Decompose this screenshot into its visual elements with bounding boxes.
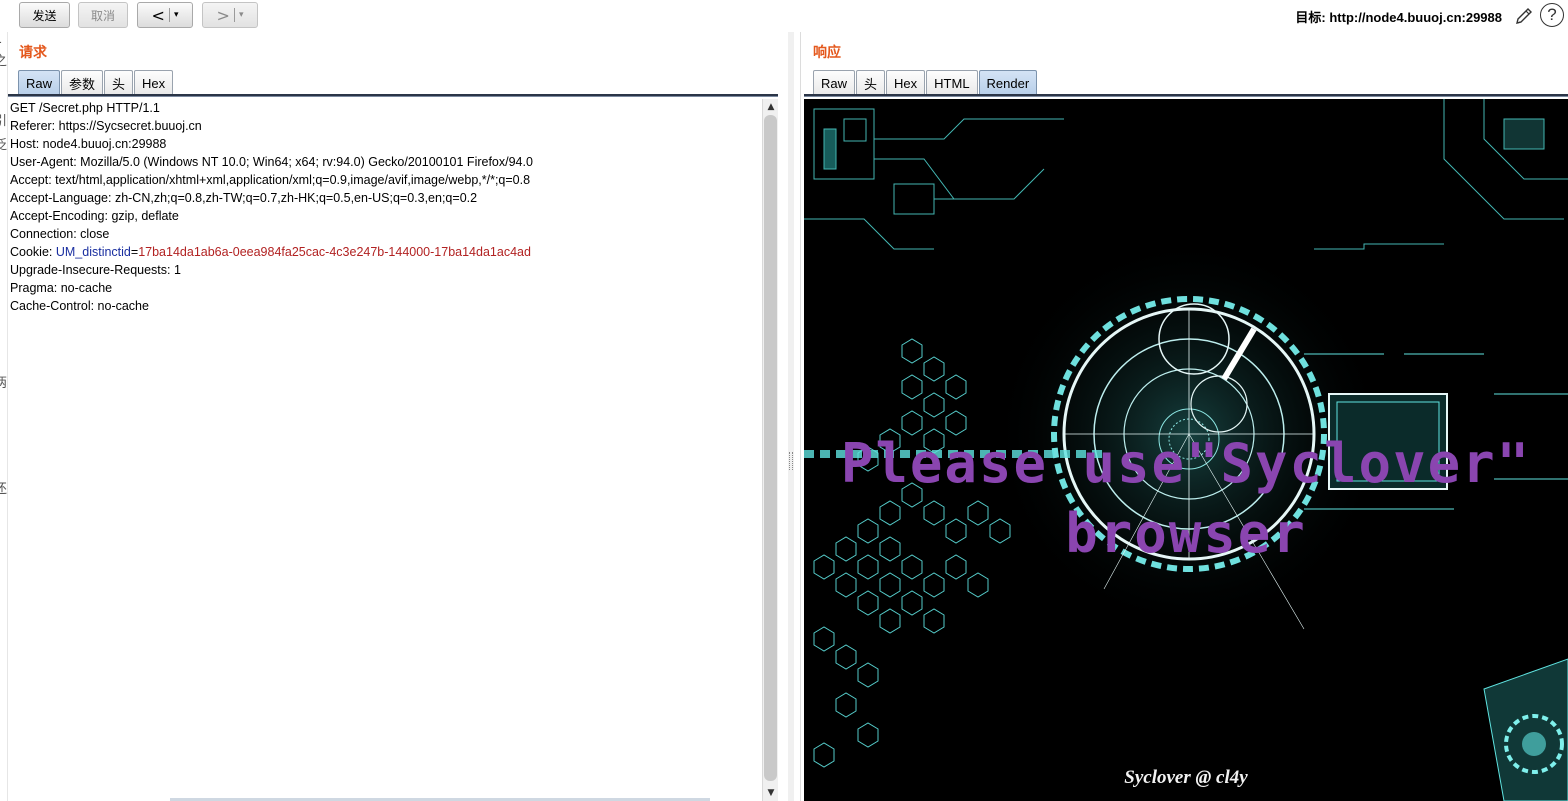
send-button[interactable]: 发送 <box>19 2 70 28</box>
back-dropdown-icon[interactable]: ▾ <box>174 10 179 20</box>
button-separator <box>233 8 235 22</box>
scrollbar-thumb[interactable] <box>764 115 777 781</box>
response-tab-headers[interactable]: 头 <box>856 70 886 95</box>
clipped-glyph: 泛 <box>0 134 7 153</box>
cookie-value: 17ba14da1ab6a-0eea984fa25cac-4c3e247b-14… <box>138 245 531 259</box>
request-tab-hex[interactable]: Hex <box>134 70 174 95</box>
forward-arrow-icon: > <box>216 5 230 25</box>
circuit-lines-top-left <box>804 108 1064 250</box>
request-tab-underline <box>8 94 778 97</box>
request-line: Host: node4.buuoj.cn:29988 <box>10 137 167 151</box>
clipped-glyph: 两 <box>0 372 7 391</box>
scroll-down-icon[interactable]: ▼ <box>765 787 777 799</box>
clipped-glyph: 引 <box>0 110 7 129</box>
request-editor[interactable]: GET /Secret.php HTTP/1.1 Referer: https:… <box>8 99 762 801</box>
circuit-lines-top-right <box>1314 99 1568 250</box>
cookie-header-line: Cookie: UM_distinctid=17ba14da1ab6a-0eea… <box>8 243 762 261</box>
request-line: Cache-Control: no-cache <box>10 299 149 313</box>
response-render-view: Please use"Syclover" browser Syclover @ … <box>804 99 1568 801</box>
request-line: Upgrade-Insecure-Requests: 1 <box>10 263 181 277</box>
request-line: Pragma: no-cache <box>10 281 113 295</box>
request-tab-params[interactable]: 参数 <box>61 70 104 95</box>
response-panel-title: 响应 <box>813 45 841 61</box>
response-tab-html[interactable]: HTML <box>926 70 978 95</box>
toolbar: 发送 取消 < ▾ > ▾ 目标: http://node4.buuoj.cn:… <box>0 0 1568 32</box>
burp-repeater-window: 发送 取消 < ▾ > ▾ 目标: http://node4.buuoj.cn:… <box>0 0 1568 801</box>
request-line: User-Agent: Mozilla/5.0 (Windows NT 10.0… <box>10 155 533 169</box>
forward-button[interactable]: > ▾ <box>202 2 258 28</box>
divider-line <box>800 32 801 801</box>
request-tab-headers[interactable]: 头 <box>104 70 134 95</box>
request-line: Accept-Encoding: gzip, deflate <box>10 209 179 223</box>
request-line: Accept-Language: zh-CN,zh;q=0.8,zh-TW;q=… <box>10 191 478 205</box>
request-line: Connection: close <box>10 227 110 241</box>
forward-dropdown-icon[interactable]: ▾ <box>239 10 244 20</box>
left-edge-clipped-panel: 1 之 引 泛 两 还 <box>0 32 8 801</box>
request-line: Accept: text/html,application/xhtml+xml,… <box>10 173 531 187</box>
back-button[interactable]: < ▾ <box>137 2 193 28</box>
divider-grip-icon[interactable] <box>789 452 793 470</box>
request-vertical-scrollbar[interactable]: ▲ ▼ <box>762 99 778 801</box>
request-line: Referer: https://Sycsecret.buuoj.cn <box>10 119 202 133</box>
clipped-glyph: 还 <box>0 478 7 497</box>
pencil-icon[interactable] <box>1513 5 1535 27</box>
clipped-glyph: 之 <box>0 50 7 69</box>
render-message-line-1: Please use"Syclover" <box>840 432 1532 495</box>
request-panel-title: 请求 <box>19 45 47 61</box>
response-tab-underline <box>804 94 1568 97</box>
target-host-label: 目标: http://node4.buuoj.cn:29988 <box>1295 10 1502 25</box>
render-message-line-2: browser <box>1065 502 1307 565</box>
help-icon[interactable]: ? <box>1540 3 1564 27</box>
back-arrow-icon: < <box>151 5 165 25</box>
request-tab-raw[interactable]: Raw <box>18 70 61 95</box>
render-message: Please use"Syclover" browser <box>804 429 1568 569</box>
scroll-up-icon[interactable]: ▲ <box>765 101 777 113</box>
clipped-glyph: 1 <box>0 32 2 47</box>
response-tab-raw[interactable]: Raw <box>813 70 856 95</box>
render-footer-credit: Syclover @ cl4y <box>1124 767 1248 788</box>
response-tab-hex[interactable]: Hex <box>886 70 926 95</box>
cancel-button[interactable]: 取消 <box>78 2 128 28</box>
button-separator <box>168 8 170 22</box>
response-tab-render[interactable]: Render <box>978 70 1038 95</box>
split-pane-divider[interactable] <box>788 32 794 801</box>
request-line: GET /Secret.php HTTP/1.1 <box>10 101 160 115</box>
response-tabs: Raw 头 Hex HTML Render <box>813 70 1038 96</box>
cookie-prefix: Cookie: <box>10 245 56 259</box>
cookie-name: UM_distinctid <box>55 245 131 259</box>
request-tabs: Raw 参数 头 Hex <box>18 70 174 96</box>
